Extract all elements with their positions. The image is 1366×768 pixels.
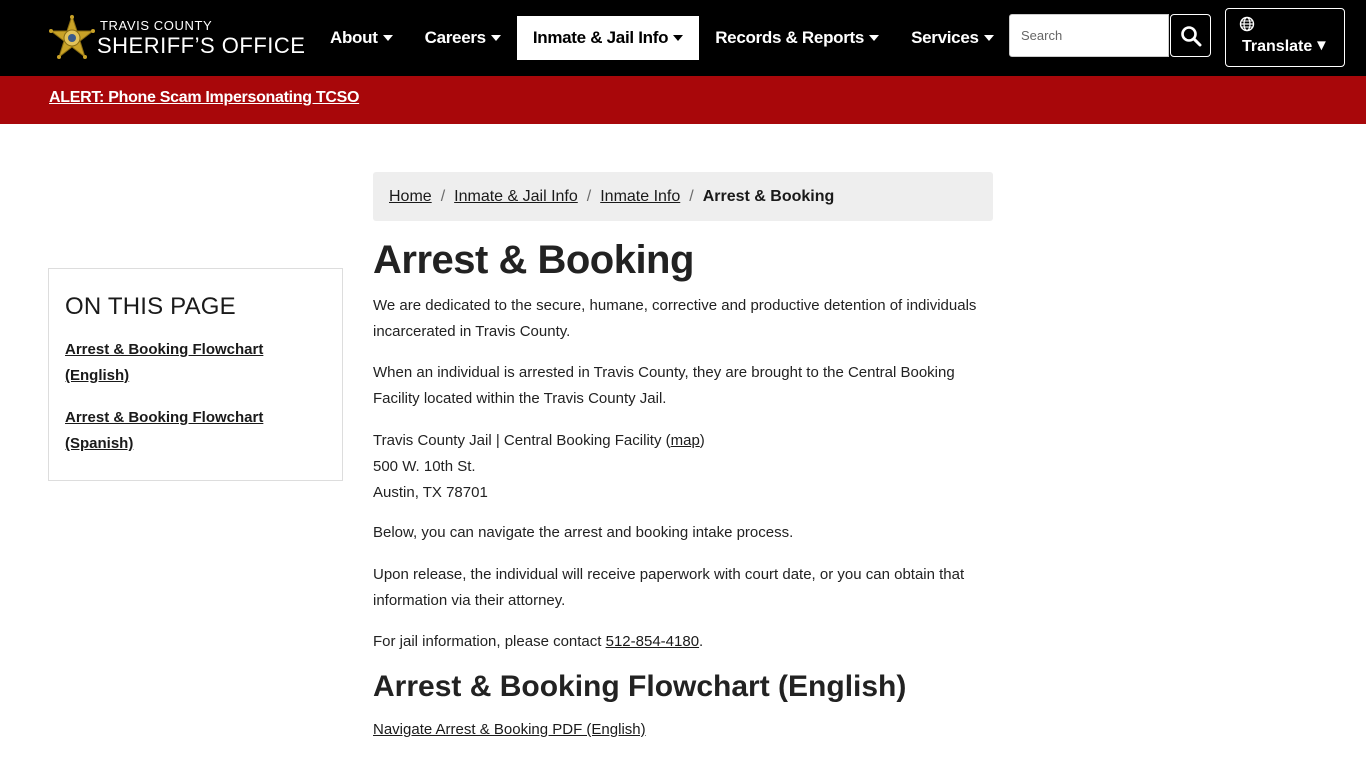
- contact-suffix: .: [699, 633, 704, 650]
- address-city: Austin, TX 78701: [373, 484, 488, 501]
- nav-services[interactable]: Services: [895, 16, 1010, 60]
- breadcrumb-current: Arrest & Booking: [702, 187, 835, 205]
- sheriff-star-icon: [49, 14, 95, 59]
- page-title: Arrest & Booking: [373, 238, 694, 282]
- breadcrumb-home[interactable]: Home: [389, 188, 432, 206]
- nav-about[interactable]: About: [314, 16, 409, 60]
- contact-paragraph: For jail information, please contact 512…: [373, 629, 1003, 655]
- nav-inmate-jail-info[interactable]: Inmate & Jail Info: [516, 16, 700, 60]
- chevron-down-icon: [490, 35, 501, 41]
- facility-address: Travis County Jail | Central Booking Fac…: [373, 428, 1003, 506]
- site-header: TRAVIS COUNTY SHERIFF’S OFFICE About Car…: [0, 0, 1366, 76]
- nav-careers-label: Careers: [424, 28, 487, 47]
- contact-prefix: For jail information, please contact: [373, 633, 606, 650]
- navigate-paragraph: Below, you can navigate the arrest and b…: [373, 524, 794, 541]
- search-input[interactable]: [1009, 14, 1169, 57]
- sidebar-link-flowchart-spanish[interactable]: Arrest & Booking Flowchart (Spanish): [65, 405, 295, 457]
- alert-link[interactable]: ALERT: Phone Scam Impersonating TCSO: [49, 89, 359, 107]
- on-this-page-panel: ON THIS PAGE Arrest & Booking Flowchart …: [48, 268, 343, 481]
- search-icon: [1181, 26, 1202, 47]
- nav-inmate-jail-info-label: Inmate & Jail Info: [532, 28, 669, 47]
- translate-label: Translate: [1242, 38, 1313, 55]
- translate-button[interactable]: Translate ▼: [1225, 8, 1345, 67]
- on-this-page-title: ON THIS PAGE: [65, 293, 236, 320]
- logo-office-text: SHERIFF’S OFFICE: [97, 33, 306, 58]
- search-button[interactable]: [1170, 14, 1211, 57]
- intro-paragraph: We are dedicated to the secure, humane, …: [373, 297, 977, 340]
- site-logo[interactable]: TRAVIS COUNTY SHERIFF’S OFFICE: [48, 14, 308, 62]
- breadcrumb-separator: /: [440, 187, 446, 205]
- address-street: 500 W. 10th St.: [373, 458, 476, 475]
- chevron-down-icon: [869, 35, 880, 41]
- address-close-paren: ): [699, 432, 705, 449]
- logo-county-text: TRAVIS COUNTY: [100, 18, 213, 33]
- nav-services-label: Services: [911, 28, 979, 47]
- phone-link[interactable]: 512-854-4180: [606, 633, 699, 650]
- address-name: Travis County Jail | Central Booking Fac…: [373, 432, 671, 449]
- nav-records-reports-label: Records & Reports: [715, 28, 865, 47]
- breadcrumb: Home / Inmate & Jail Info / Inmate Info …: [373, 172, 993, 221]
- nav-about-label: About: [330, 28, 378, 47]
- breadcrumb-separator: /: [689, 187, 694, 205]
- alert-bar: ALERT: Phone Scam Impersonating TCSO: [0, 76, 1366, 124]
- globe-icon: [1239, 16, 1255, 32]
- breadcrumb-inmate-jail-info[interactable]: Inmate & Jail Info: [454, 188, 578, 206]
- nav-careers[interactable]: Careers: [409, 16, 517, 60]
- breadcrumb-separator: /: [586, 187, 592, 205]
- pdf-english-link[interactable]: Navigate Arrest & Booking PDF (English): [373, 717, 646, 743]
- flowchart-english-heading: Arrest & Booking Flowchart (English): [373, 670, 907, 703]
- map-link[interactable]: map: [671, 432, 700, 449]
- dropdown-arrow-icon: ▼: [1314, 37, 1329, 54]
- chevron-down-icon: [983, 35, 994, 41]
- main-nav: About Careers Inmate & Jail Info Records…: [314, 16, 1010, 60]
- breadcrumb-inmate-info[interactable]: Inmate Info: [600, 188, 680, 206]
- chevron-down-icon: [673, 35, 684, 41]
- arrest-paragraph: When an individual is arrested in Travis…: [373, 364, 955, 407]
- chevron-down-icon: [382, 35, 393, 41]
- nav-records-reports[interactable]: Records & Reports: [699, 16, 895, 60]
- release-paragraph: Upon release, the individual will receiv…: [373, 566, 965, 609]
- sidebar-link-flowchart-english[interactable]: Arrest & Booking Flowchart (English): [65, 337, 295, 389]
